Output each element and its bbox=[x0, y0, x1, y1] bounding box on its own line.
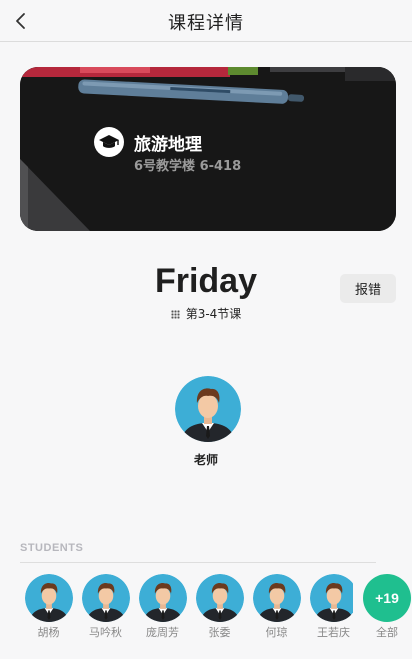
student-name: 马吟秋 bbox=[89, 626, 122, 639]
avatar-icon bbox=[138, 574, 187, 622]
grid-icon bbox=[170, 310, 180, 319]
student-item[interactable]: 何琼 bbox=[248, 574, 305, 640]
avatar-icon bbox=[24, 574, 73, 622]
report-error-button[interactable]: 报错 bbox=[340, 274, 396, 303]
student-item[interactable]: 庞周芳 bbox=[134, 574, 191, 640]
banner-background-image bbox=[20, 67, 396, 231]
avatar-icon bbox=[252, 574, 301, 622]
period-info: 第3-4节课 bbox=[0, 305, 412, 322]
avatar-icon bbox=[309, 574, 353, 622]
student-item[interactable]: 胡杨 bbox=[20, 574, 77, 640]
students-section-title: STUDENTS bbox=[20, 542, 84, 554]
course-banner: 旅游地理 6号教学楼 6-418 bbox=[20, 67, 396, 231]
avatar-icon bbox=[175, 376, 241, 442]
avatar-icon bbox=[81, 574, 130, 622]
nav-bar: 课程详情 bbox=[0, 0, 412, 42]
all-students-button[interactable]: +19 全部 bbox=[363, 574, 411, 640]
course-name: 旅游地理 bbox=[134, 135, 202, 155]
student-name: 庞周芳 bbox=[146, 626, 179, 639]
teacher-label: 老师 bbox=[193, 453, 218, 467]
divider bbox=[20, 562, 376, 563]
page-title: 课程详情 bbox=[168, 13, 244, 34]
graduation-cap-icon bbox=[94, 127, 124, 157]
student-item[interactable]: 张委 bbox=[191, 574, 248, 640]
course-location: 6号教学楼 6-418 bbox=[134, 159, 242, 174]
student-name: 张委 bbox=[208, 626, 231, 639]
student-name: 王若庆 bbox=[317, 626, 350, 639]
period-label: 第3-4节课 bbox=[185, 307, 242, 321]
student-item[interactable]: 马吟秋 bbox=[77, 574, 134, 640]
student-item[interactable]: 王若庆 bbox=[305, 574, 353, 640]
more-count-badge[interactable]: +19 bbox=[363, 574, 411, 622]
avatar-icon bbox=[195, 574, 244, 622]
student-list: 胡杨 马吟秋 庞周芳 张委 何琼 王若庆 bbox=[20, 574, 353, 654]
all-students-label: 全部 bbox=[376, 626, 398, 639]
student-name: 胡杨 bbox=[37, 626, 60, 639]
student-name: 何琼 bbox=[265, 626, 288, 639]
teacher-avatar[interactable] bbox=[175, 376, 241, 446]
